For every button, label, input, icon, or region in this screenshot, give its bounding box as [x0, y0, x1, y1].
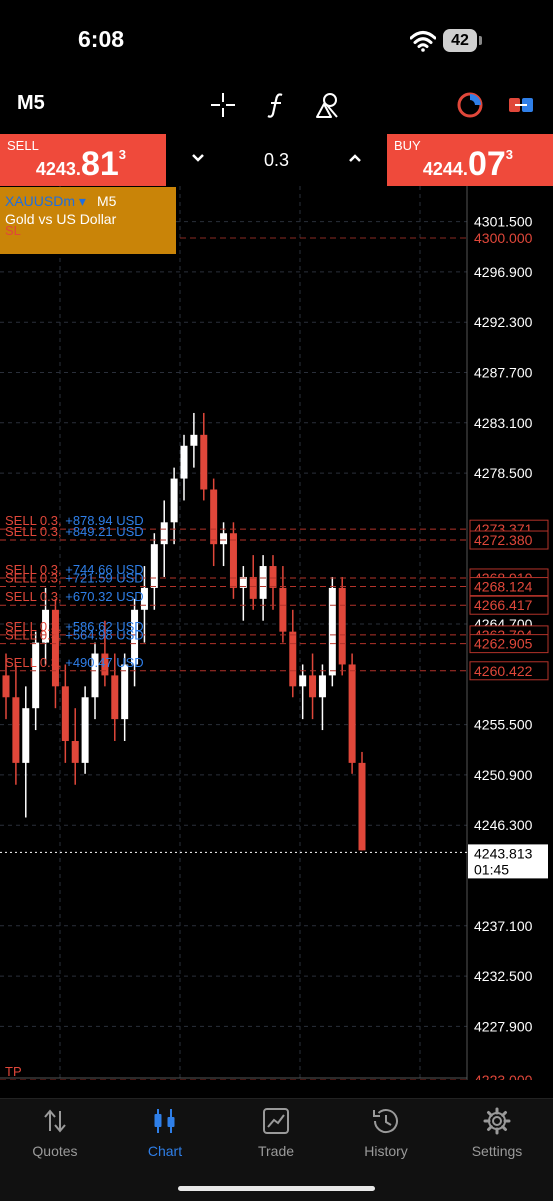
candle-body — [150, 544, 158, 588]
y-tick-label: 4246.300 — [474, 817, 533, 833]
tab-chart[interactable]: Chart — [110, 1107, 220, 1159]
chart-canvas[interactable]: 4301.500 4296.900 4292.300 4287.700 4283.100… — [0, 186, 553, 1080]
crosshair-icon[interactable] — [208, 90, 238, 120]
battery-level: 42 — [451, 32, 469, 49]
candle-body — [269, 566, 277, 588]
tp-price-label: 4223.000 — [474, 1072, 533, 1080]
tab-settings[interactable]: Settings — [442, 1107, 552, 1159]
order-price-label: 4262.905 — [474, 636, 533, 652]
tab-label: History — [364, 1143, 408, 1159]
candle-body — [160, 522, 168, 545]
candle-body — [249, 576, 257, 599]
y-tick-label: 4255.500 — [474, 717, 533, 733]
tab-trade[interactable]: Trade — [221, 1107, 331, 1159]
y-tick-label: 4278.500 — [474, 465, 533, 481]
wifi-icon — [410, 31, 436, 52]
tab-label: Chart — [147, 1143, 183, 1159]
candle-body — [279, 587, 287, 632]
y-tick-label: 4232.500 — [474, 968, 533, 984]
y-tick-label: 4250.900 — [474, 767, 533, 783]
candle-body — [229, 533, 237, 588]
candle-body — [299, 675, 307, 687]
buy-price: 4244.073 — [422, 145, 513, 183]
candle-body — [111, 675, 119, 720]
candle-body — [259, 566, 267, 599]
quotes-icon — [44, 1109, 66, 1133]
gear-icon — [483, 1107, 511, 1135]
tab-label: Settings — [471, 1143, 523, 1159]
candle-body — [12, 697, 20, 763]
candle-body — [22, 708, 30, 763]
tab-label: Trade — [257, 1143, 295, 1159]
bar-countdown: 01:45 — [474, 861, 509, 877]
y-tick-label: 4237.100 — [474, 918, 533, 934]
buy-button[interactable]: BUY 4244.073 — [387, 134, 553, 186]
candle-body — [210, 489, 218, 545]
tab-history[interactable]: History — [331, 1107, 441, 1159]
increase-volume-icon[interactable] — [347, 151, 363, 165]
candle-body — [220, 533, 228, 545]
tp-label: TP — [5, 1064, 22, 1079]
account-switch-icon[interactable] — [506, 90, 536, 120]
candle-body — [180, 445, 188, 479]
order-label: SELL 0.3, +849.21 USD — [5, 524, 144, 539]
order-label: SELL 0.3, +670.32 USD — [5, 589, 144, 604]
price-chart[interactable]: 4301.500 4296.900 4292.300 4287.700 4283.100… — [0, 186, 553, 1080]
sell-price: 4243.813 — [35, 145, 126, 183]
candle-body — [71, 741, 79, 763]
candle-body — [32, 642, 40, 709]
order-label: SELL 0.3, +490.47 USD — [5, 655, 144, 670]
candle-body — [61, 686, 69, 742]
timeframe-selector[interactable]: M5 — [17, 92, 45, 115]
tab-quotes[interactable]: Quotes — [0, 1107, 110, 1159]
candle-body — [338, 587, 346, 665]
objects-icon[interactable] — [313, 90, 343, 120]
sl-price-label: 4300.000 — [474, 230, 533, 246]
order-label: SELL 0.3, +564.98 USD — [5, 628, 144, 643]
candle-body — [170, 478, 178, 523]
candle-body — [200, 434, 208, 490]
y-tick-label: 4227.900 — [474, 1018, 533, 1034]
order-label: SELL 0.3, +721.59 USD — [5, 571, 144, 586]
candle-body — [328, 587, 336, 676]
battery-icon: 42 — [443, 29, 483, 52]
order-price-label: 4272.380 — [474, 532, 533, 548]
y-tick-label: 4301.500 — [474, 214, 533, 230]
symbol-name[interactable]: XAUUSDm ▾ — [5, 193, 86, 210]
y-tick-label: 4287.700 — [474, 365, 533, 381]
sl-label: SL — [5, 223, 21, 238]
sell-label: SELL — [7, 138, 39, 153]
y-tick-label: 4292.300 — [474, 314, 533, 330]
symbol-info-box: XAUUSDm ▾ M5 Gold vs US Dollar SL — [0, 187, 176, 254]
symbol-description: Gold vs US Dollar — [5, 211, 117, 227]
current-price-label: 4243.813 — [474, 845, 533, 861]
y-tick-label: 4283.100 — [474, 415, 533, 431]
sell-button[interactable]: SELL 4243.813 — [0, 134, 166, 186]
status-time: 6:08 — [78, 26, 125, 52]
candlestick-chart-icon — [154, 1109, 175, 1133]
order-price-label: 4260.422 — [474, 663, 533, 679]
order-price-label: 4268.124 — [474, 579, 533, 595]
candle-body — [318, 675, 326, 698]
indicators-icon[interactable] — [262, 90, 292, 120]
candle-body — [289, 631, 297, 687]
symbol-timeframe: M5 — [97, 193, 117, 209]
order-price-label: 4266.417 — [474, 597, 533, 613]
history-icon — [373, 1109, 398, 1134]
candle-body — [121, 664, 129, 720]
candle-body — [2, 675, 10, 698]
home-indicator — [178, 1186, 375, 1191]
candle-body — [309, 675, 317, 698]
candle-body — [190, 434, 198, 446]
volume-control: 0.3 — [166, 134, 387, 186]
candle-body — [358, 762, 366, 851]
tab-label: Quotes — [32, 1143, 78, 1159]
y-tick-label: 4296.900 — [474, 264, 533, 280]
trade-icon — [263, 1108, 289, 1134]
buy-label: BUY — [394, 138, 421, 153]
candle-body — [348, 664, 356, 763]
candle-body — [81, 697, 89, 763]
one-click-trading-icon[interactable] — [455, 90, 485, 120]
